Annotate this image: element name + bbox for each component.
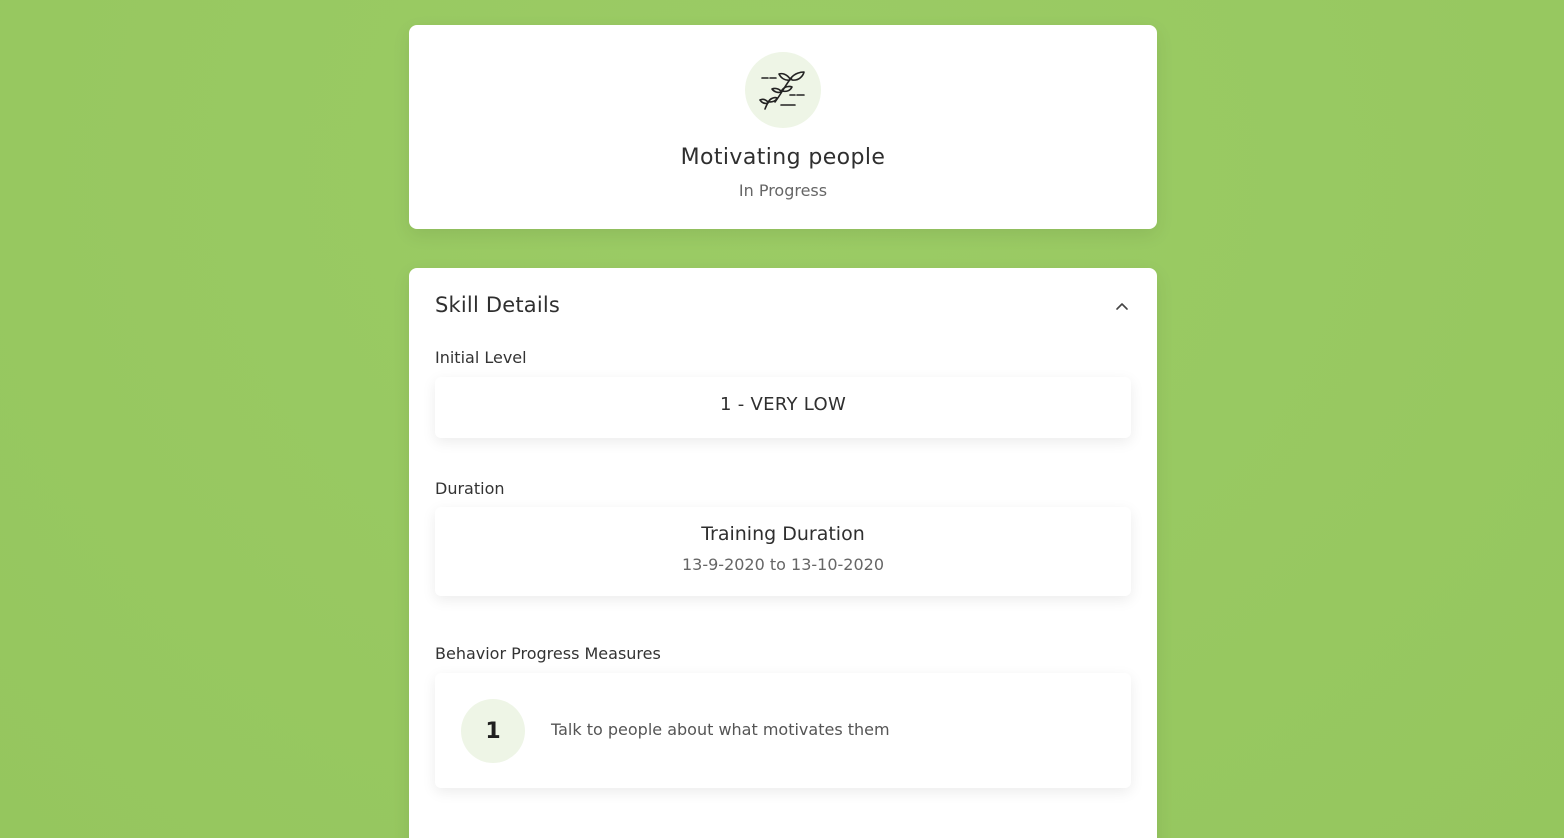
list-item: 1 Talk to people about what motivates th… <box>435 673 1131 788</box>
chevron-up-icon[interactable] <box>1113 298 1131 316</box>
skill-title: Motivating people <box>680 145 886 170</box>
measure-text: Talk to people about what motivates them <box>551 720 890 739</box>
details-section-title: Skill Details <box>435 293 561 317</box>
initial-level-label: Initial Level <box>435 348 527 367</box>
skill-header-card: Motivating people In Progress <box>409 25 1157 229</box>
measure-number-badge: 1 <box>461 699 525 763</box>
duration-range: 13-9-2020 to 13-10-2020 <box>681 555 885 574</box>
initial-level-value: 1 - VERY LOW <box>719 394 847 415</box>
duration-label: Duration <box>435 479 505 498</box>
skill-icon-badge <box>745 52 821 128</box>
behavior-measures-label: Behavior Progress Measures <box>435 644 661 663</box>
skill-status: In Progress <box>738 181 828 200</box>
initial-level-box: 1 - VERY LOW <box>435 377 1131 438</box>
skill-details-card: Skill Details Initial Level 1 - VERY LOW… <box>409 268 1157 838</box>
duration-title: Training Duration <box>701 523 865 545</box>
duration-box: Training Duration 13-9-2020 to 13-10-202… <box>435 507 1131 596</box>
sprouting-plant-icon <box>759 71 805 110</box>
